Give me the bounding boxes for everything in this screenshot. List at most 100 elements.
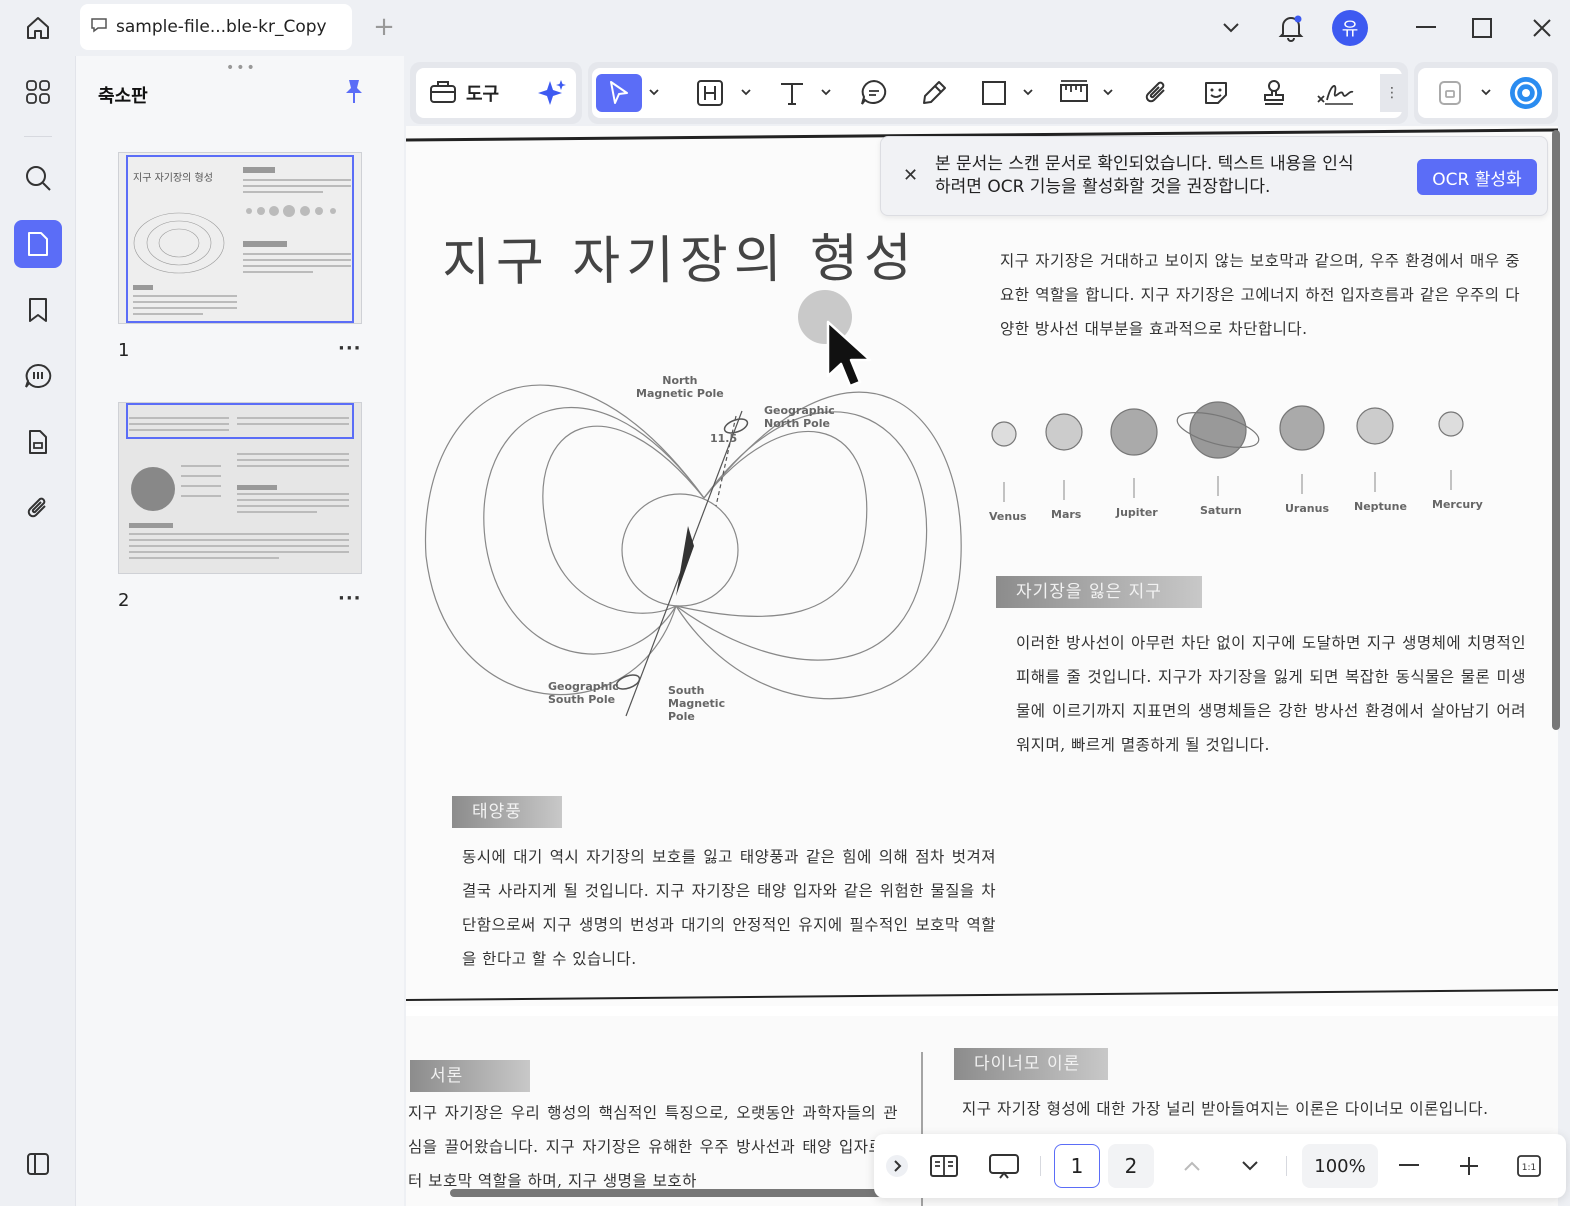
comments-icon[interactable] [14,352,62,400]
more-tools-icon[interactable]: ⋮ [1380,74,1404,112]
document-tab[interactable]: sample-file...ble-kr_Copy [80,4,352,50]
select-dropdown-icon[interactable] [648,86,660,98]
actual-size-icon[interactable]: 1:1 [1512,1144,1546,1188]
apps-icon[interactable] [14,68,62,116]
page-2-button[interactable]: 2 [1108,1144,1154,1188]
section-heading-lost-field: 자기장을 잃은 지구 [996,576,1202,608]
planet-label: Uranus [1285,502,1329,515]
pin-icon[interactable] [342,78,366,110]
label-geographic-south-pole: Geographic South Pole [548,680,619,706]
select-tool[interactable] [596,74,642,112]
document-title: 지구 자기장의 형성 [441,228,919,294]
page-1-more-button[interactable]: ··· [338,338,362,359]
text-dropdown-icon[interactable] [820,86,832,98]
bookmark-icon[interactable] [14,286,62,334]
collapse-nav-icon[interactable] [884,1144,910,1188]
save-dropdown-icon[interactable] [1480,86,1492,98]
save-icon[interactable] [1430,74,1470,112]
tools-group: 도구 [410,62,582,124]
ai-sparkle-icon[interactable] [532,74,572,112]
page-navigation-bar: 1 2 100% 1:1 [874,1134,1566,1198]
mouse-cursor-icon [826,320,872,388]
shape-dropdown-icon[interactable] [1022,86,1034,98]
sidebar-toggle-icon[interactable] [14,1140,62,1188]
avatar[interactable]: 유 [1330,8,1370,48]
measure-tool[interactable] [1052,74,1096,112]
document-viewport[interactable]: 지구 자기장의 형성 North Magnetic Pole Geographi… [406,126,1558,1206]
attachment-page-icon[interactable] [14,418,62,466]
planet-label: Mercury [1432,498,1483,511]
tools-button[interactable]: 도구 [428,74,528,112]
introduction-paragraph: 지구 자기장은 우리 행성의 핵심적인 특징으로, 오랫동안 과학자들의 관심을… [408,1104,898,1190]
chevron-down-icon[interactable] [1214,8,1248,48]
intro-paragraph: 지구 자기장은 거대하고 보이지 않는 보호막과 같으며, 우주 환경에서 매우… [1000,252,1520,338]
label-north-magnetic-pole: North Magnetic Pole [636,374,724,400]
shape-tool[interactable] [972,74,1016,112]
label-geographic-north-pole: Geographic North Pole [764,404,835,430]
rail-divider [24,136,52,137]
dynamo-paragraph: 지구 자기장 형성에 대한 가장 널리 받아들여지는 이론은 다이너모 이론입니… [962,1100,1489,1118]
ocr-message: 본 문서는 스캔 문서로 확인되었습니다. 텍스트 내용을 인식하려면 OCR … [935,154,1354,197]
scanned-page-1: 지구 자기장의 형성 North Magnetic Pole Geographi… [406,126,1558,1006]
page-thumbnail-2[interactable] [118,402,362,574]
ai-assistant-icon[interactable] [1506,74,1546,112]
tab-title: sample-file...ble-kr_Copy [116,17,327,37]
page-number-1: 1 [118,340,130,361]
paperclip-icon[interactable] [14,484,62,532]
home-icon[interactable] [18,10,58,46]
reading-mode-icon[interactable] [924,1144,964,1188]
highlight-dropdown-icon[interactable] [740,86,752,98]
section-heading-solar-wind: 태양풍 [452,796,562,828]
toolbar: 도구 ⋮ [410,62,1560,124]
page-number-2: 2 [118,590,130,611]
chevron-up-icon[interactable] [1176,1144,1208,1188]
label-angle: 11.5 [710,432,738,445]
highlight-tool[interactable] [688,74,732,112]
panel-grip[interactable]: ••• [226,60,257,76]
zoom-in-button[interactable] [1454,1144,1484,1188]
thumbnail-icon[interactable] [14,220,62,268]
thumbnail-panel: ••• 축소판 지구 자기장의 형성 1 ··· 2 ··· [76,56,404,1206]
planet-label: Saturn [1200,504,1242,517]
minimize-button[interactable] [1406,8,1446,48]
planet-label: Neptune [1354,500,1407,513]
vertical-scrollbar[interactable] [1552,130,1560,730]
comment-tool[interactable] [852,74,896,112]
pen-tool[interactable] [912,74,956,112]
sticker-tool[interactable] [1194,74,1238,112]
text-tool[interactable] [770,74,814,112]
search-icon[interactable] [14,154,62,202]
toolbox-icon [428,77,458,109]
maximize-button[interactable] [1462,8,1502,48]
planet-label: Mars [1051,508,1082,521]
attach-tool[interactable] [1134,74,1178,112]
title-bar: sample-file...ble-kr_Copy + 유 [0,0,1570,56]
close-button[interactable] [1522,8,1562,48]
page-2-more-button[interactable]: ··· [338,588,362,609]
new-tab-button[interactable]: + [370,14,398,42]
signature-tool[interactable] [1310,74,1360,112]
measure-dropdown-icon[interactable] [1102,86,1114,98]
bell-icon[interactable] [1272,8,1310,48]
section-heading-introduction: 서론 [410,1060,530,1092]
chevron-down-icon[interactable] [1234,1144,1266,1188]
page-1-button[interactable]: 1 [1054,1144,1100,1188]
label-south-magnetic-pole: South Magnetic Pole [668,684,726,723]
right-tools-group [1414,62,1558,124]
comment-icon [90,16,108,39]
presentation-icon[interactable] [984,1144,1024,1188]
solar-wind-paragraph: 동시에 대기 역시 자기장의 보호를 잃고 태양풍과 같은 힘에 의해 점차 벗… [462,848,996,968]
planet-label: Venus [989,510,1027,523]
page-thumbnail-1[interactable]: 지구 자기장의 형성 [118,152,362,324]
planet-label: Jupiter [1116,506,1158,519]
close-icon[interactable]: ✕ [903,165,918,186]
lost-field-paragraph: 이러한 방사선이 아무런 차단 없이 지구에 도달하면 지구 생명체에 치명적인… [1016,634,1526,754]
section-heading-dynamo: 다이너모 이론 [954,1048,1108,1080]
zoom-out-button[interactable] [1394,1144,1424,1188]
ocr-activate-button[interactable]: OCR 활성화 [1417,159,1537,195]
panel-title: 축소판 [98,86,148,107]
stamp-tool[interactable] [1252,74,1296,112]
left-rail [0,56,76,1206]
zoom-level[interactable]: 100% [1302,1144,1378,1188]
svg-text:1:1: 1:1 [1522,1163,1536,1173]
